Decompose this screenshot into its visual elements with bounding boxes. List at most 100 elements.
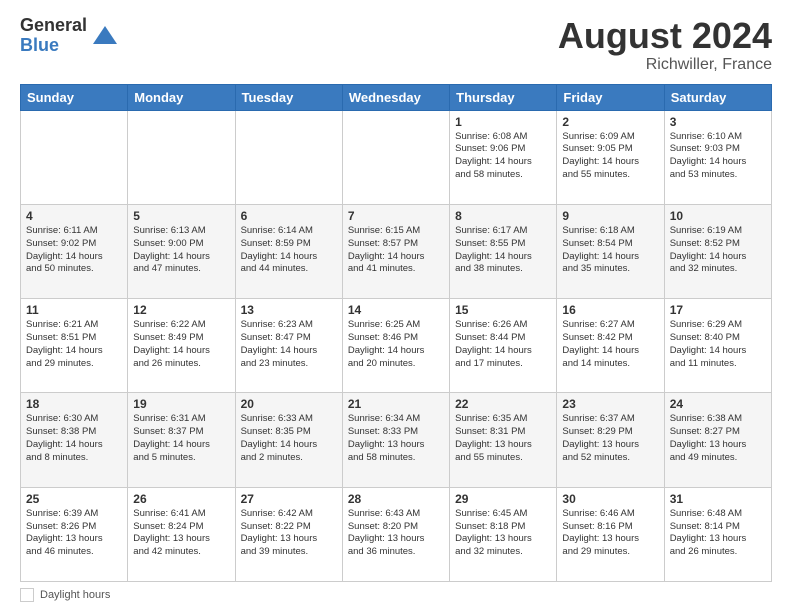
table-row: 20Sunrise: 6:33 AM Sunset: 8:35 PM Dayli… [235, 393, 342, 487]
day-number: 5 [133, 209, 229, 223]
table-row: 18 Sunrise: 6:30 AM Sunset: 8:38 PM Dayli… [21, 393, 128, 487]
day-number: 10 [670, 209, 766, 223]
logo-icon [91, 22, 119, 50]
calendar-week-row: 25Sunrise: 6:39 AM Sunset: 8:26 PM Dayli… [21, 487, 772, 581]
logo-general: General [20, 16, 87, 36]
day-number: 7 [348, 209, 444, 223]
day-info: Sunrise: 6:42 AM Sunset: 8:22 PM Dayligh… [241, 508, 337, 559]
table-row: 27 Sunrise: 6:42 AM Sunset: 8:22 PM Dayli… [235, 487, 342, 581]
day-number: 26 [133, 492, 229, 506]
location: Richwiller, France [558, 56, 772, 74]
logo-text: General Blue [20, 16, 87, 56]
day-info: Sunrise: 6:30 AM Sunset: 8:38 PM Dayligh… [26, 413, 122, 464]
table-row: 26 Sunrise: 6:41 AM Sunset: 8:24 PM Dayli… [128, 487, 235, 581]
logo-blue: Blue [20, 36, 87, 56]
day-number: 17 [670, 303, 766, 317]
table-row: 12 Sunrise: 6:22 AM Sunset: 8:49 PM Dayli… [128, 299, 235, 393]
day-info: Sunrise: 6:29 AM Sunset: 8:40 PM Dayligh… [670, 319, 766, 370]
table-row: 17 Sunrise: 6:29 AM Sunset: 8:40 PM Dayli… [664, 299, 771, 393]
day-number: 3 [670, 115, 766, 129]
table-row [128, 110, 235, 204]
table-row: 13Sunrise: 6:23 AM Sunset: 8:47 PM Dayli… [235, 299, 342, 393]
table-row [21, 110, 128, 204]
calendar-week-row: 1 Sunrise: 6:08 AM Sunset: 9:06 PM Daylig… [21, 110, 772, 204]
calendar-header-row: Sunday Monday Tuesday Wednesday Thursday… [21, 84, 772, 110]
table-row: 6Sunrise: 6:14 AM Sunset: 8:59 PM Daylig… [235, 204, 342, 298]
calendar-week-row: 11Sunrise: 6:21 AM Sunset: 8:51 PM Dayli… [21, 299, 772, 393]
day-info: Sunrise: 6:17 AM Sunset: 8:55 PM Dayligh… [455, 225, 551, 276]
day-info: Sunrise: 6:26 AM Sunset: 8:44 PM Dayligh… [455, 319, 551, 370]
table-row: 16Sunrise: 6:27 AM Sunset: 8:42 PM Dayli… [557, 299, 664, 393]
day-number: 15 [455, 303, 551, 317]
day-info: Sunrise: 6:31 AM Sunset: 8:37 PM Dayligh… [133, 413, 229, 464]
header-wednesday: Wednesday [342, 84, 449, 110]
day-info: Sunrise: 6:10 AM Sunset: 9:03 PM Dayligh… [670, 131, 766, 182]
table-row: 28Sunrise: 6:43 AM Sunset: 8:20 PM Dayli… [342, 487, 449, 581]
day-info: Sunrise: 6:15 AM Sunset: 8:57 PM Dayligh… [348, 225, 444, 276]
header-tuesday: Tuesday [235, 84, 342, 110]
table-row: 31Sunrise: 6:48 AM Sunset: 8:14 PM Dayli… [664, 487, 771, 581]
day-info: Sunrise: 6:35 AM Sunset: 8:31 PM Dayligh… [455, 413, 551, 464]
table-row: 23 Sunrise: 6:37 AM Sunset: 8:29 PM Dayli… [557, 393, 664, 487]
table-row [235, 110, 342, 204]
title-section: August 2024 Richwiller, France [558, 16, 772, 74]
table-row: 8 Sunrise: 6:17 AM Sunset: 8:55 PM Daylig… [450, 204, 557, 298]
day-number: 21 [348, 397, 444, 411]
day-info: Sunrise: 6:25 AM Sunset: 8:46 PM Dayligh… [348, 319, 444, 370]
day-number: 19 [133, 397, 229, 411]
table-row: 15 Sunrise: 6:26 AM Sunset: 8:44 PM Dayli… [450, 299, 557, 393]
footer-box [20, 588, 34, 602]
day-number: 22 [455, 397, 551, 411]
calendar-table: Sunday Monday Tuesday Wednesday Thursday… [20, 84, 772, 582]
day-info: Sunrise: 6:08 AM Sunset: 9:06 PM Dayligh… [455, 131, 551, 182]
table-row: 4 Sunrise: 6:11 AM Sunset: 9:02 PM Daylig… [21, 204, 128, 298]
day-number: 27 [241, 492, 337, 506]
day-number: 28 [348, 492, 444, 506]
day-info: Sunrise: 6:37 AM Sunset: 8:29 PM Dayligh… [562, 413, 658, 464]
day-info: Sunrise: 6:18 AM Sunset: 8:54 PM Dayligh… [562, 225, 658, 276]
table-row: 3 Sunrise: 6:10 AM Sunset: 9:03 PM Daylig… [664, 110, 771, 204]
header-saturday: Saturday [664, 84, 771, 110]
day-info: Sunrise: 6:23 AM Sunset: 8:47 PM Dayligh… [241, 319, 337, 370]
table-row: 19 Sunrise: 6:31 AM Sunset: 8:37 PM Dayli… [128, 393, 235, 487]
footer: Daylight hours [20, 588, 772, 602]
header: General Blue August 2024 Richwiller, Fra… [20, 16, 772, 74]
day-number: 1 [455, 115, 551, 129]
day-info: Sunrise: 6:13 AM Sunset: 9:00 PM Dayligh… [133, 225, 229, 276]
logo: General Blue [20, 16, 119, 56]
day-info: Sunrise: 6:33 AM Sunset: 8:35 PM Dayligh… [241, 413, 337, 464]
table-row: 21 Sunrise: 6:34 AM Sunset: 8:33 PM Dayli… [342, 393, 449, 487]
table-row: 24Sunrise: 6:38 AM Sunset: 8:27 PM Dayli… [664, 393, 771, 487]
day-number: 30 [562, 492, 658, 506]
month-title: August 2024 [558, 16, 772, 56]
day-info: Sunrise: 6:34 AM Sunset: 8:33 PM Dayligh… [348, 413, 444, 464]
table-row: 5 Sunrise: 6:13 AM Sunset: 9:00 PM Daylig… [128, 204, 235, 298]
table-row: 11Sunrise: 6:21 AM Sunset: 8:51 PM Dayli… [21, 299, 128, 393]
day-number: 4 [26, 209, 122, 223]
day-number: 23 [562, 397, 658, 411]
day-info: Sunrise: 6:11 AM Sunset: 9:02 PM Dayligh… [26, 225, 122, 276]
page: General Blue August 2024 Richwiller, Fra… [0, 0, 792, 612]
day-info: Sunrise: 6:14 AM Sunset: 8:59 PM Dayligh… [241, 225, 337, 276]
day-number: 24 [670, 397, 766, 411]
table-row [342, 110, 449, 204]
day-number: 12 [133, 303, 229, 317]
table-row: 25Sunrise: 6:39 AM Sunset: 8:26 PM Dayli… [21, 487, 128, 581]
day-info: Sunrise: 6:48 AM Sunset: 8:14 PM Dayligh… [670, 508, 766, 559]
table-row: 30Sunrise: 6:46 AM Sunset: 8:16 PM Dayli… [557, 487, 664, 581]
day-info: Sunrise: 6:22 AM Sunset: 8:49 PM Dayligh… [133, 319, 229, 370]
calendar-week-row: 18 Sunrise: 6:30 AM Sunset: 8:38 PM Dayli… [21, 393, 772, 487]
day-number: 18 [26, 397, 122, 411]
day-number: 29 [455, 492, 551, 506]
day-number: 8 [455, 209, 551, 223]
day-number: 25 [26, 492, 122, 506]
calendar-week-row: 4 Sunrise: 6:11 AM Sunset: 9:02 PM Daylig… [21, 204, 772, 298]
table-row: 7 Sunrise: 6:15 AM Sunset: 8:57 PM Daylig… [342, 204, 449, 298]
table-row: 29Sunrise: 6:45 AM Sunset: 8:18 PM Dayli… [450, 487, 557, 581]
day-info: Sunrise: 6:27 AM Sunset: 8:42 PM Dayligh… [562, 319, 658, 370]
day-info: Sunrise: 6:21 AM Sunset: 8:51 PM Dayligh… [26, 319, 122, 370]
day-info: Sunrise: 6:09 AM Sunset: 9:05 PM Dayligh… [562, 131, 658, 182]
header-monday: Monday [128, 84, 235, 110]
day-info: Sunrise: 6:41 AM Sunset: 8:24 PM Dayligh… [133, 508, 229, 559]
header-sunday: Sunday [21, 84, 128, 110]
